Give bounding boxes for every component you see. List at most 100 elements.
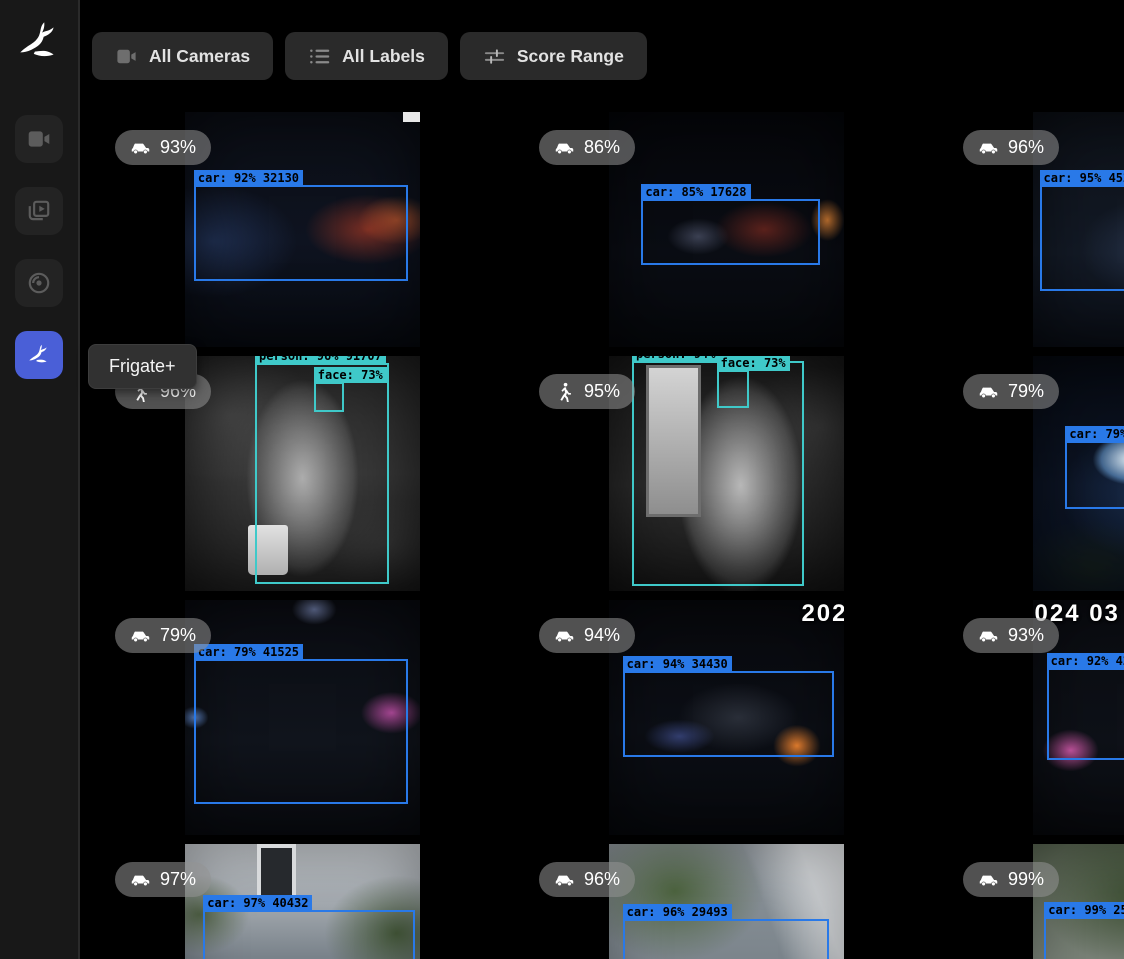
detection-bounding-box: car: 96% 29493	[623, 919, 830, 959]
app-root: All Cameras All Labels Score Range car: …	[0, 0, 1124, 959]
detection-thumbnail[interactable]: car: 95% 45260 96%	[938, 112, 1124, 347]
bounding-box-label: car: 95% 45260	[1040, 170, 1124, 186]
score-badge: 79%	[963, 374, 1059, 409]
person-icon	[554, 381, 575, 402]
camera-snapshot: car: 96% 29493	[609, 844, 844, 959]
all-cameras-button[interactable]: All Cameras	[92, 32, 273, 80]
detection-bounding-box: car: 95% 45260	[1040, 185, 1124, 291]
main-content: All Cameras All Labels Score Range car: …	[80, 0, 1124, 959]
bounding-box-label: person: 96% 91707	[255, 356, 386, 364]
camera-snapshot: person: 94% 85820face: 73%	[609, 356, 844, 591]
sidebar	[0, 0, 80, 959]
camera-snapshot: car: 94% 34430 202	[609, 600, 844, 835]
detection-thumbnail[interactable]: car: 92% 32130 93%	[90, 112, 514, 347]
detection-thumbnail[interactable]: car: 97% 40432 97%	[90, 844, 514, 959]
detection-bounding-box: car: 99% 25	[1044, 917, 1124, 959]
score-range-label: Score Range	[517, 46, 624, 67]
detection-bounding-box: car: 92% 32130	[194, 185, 408, 281]
score-badge-value: 79%	[1008, 381, 1044, 402]
camera-icon	[26, 126, 52, 152]
detection-thumbnail[interactable]: car: 79% 4152579%	[90, 600, 514, 835]
frigate-plus-tooltip: Frigate+	[88, 344, 197, 389]
all-labels-button[interactable]: All Labels	[285, 32, 448, 80]
detection-bounding-box: car: 97% 40432	[203, 910, 415, 959]
car-icon	[130, 625, 151, 646]
detection-bounding-box: face: 73%	[717, 370, 750, 408]
frigate-bird-icon	[26, 342, 52, 368]
camera-timestamp-overlay: 202	[801, 600, 843, 628]
detection-thumbnail[interactable]: car: 94% 34430 202 94%	[514, 600, 938, 835]
detection-thumbnail[interactable]: person: 96% 91707face: 73%96%	[90, 356, 514, 591]
detection-bounding-box: car: 94% 34430	[623, 671, 835, 758]
score-badge: 79%	[115, 618, 211, 653]
score-badge-value: 96%	[1008, 137, 1044, 158]
detection-thumbnail[interactable]: car: 85% 17628 86%	[514, 112, 938, 347]
camera-snapshot: car: 92% 32130	[185, 112, 420, 347]
score-badge: 86%	[539, 130, 635, 165]
bounding-box-label: car: 96% 29493	[623, 904, 732, 920]
car-icon	[554, 869, 575, 890]
detection-thumbnail[interactable]: car: 92% 42165024 03 093%	[938, 600, 1124, 835]
score-badge: 99%	[963, 862, 1059, 897]
car-icon	[554, 137, 575, 158]
car-icon	[978, 625, 999, 646]
camera-snapshot: car: 97% 40432	[185, 844, 420, 959]
bounding-box-label: car: 99% 25	[1044, 902, 1124, 918]
car-icon	[130, 869, 151, 890]
bounding-box-label: face: 73%	[717, 356, 790, 371]
detection-thumbnail[interactable]: car: 99% 2599%	[938, 844, 1124, 959]
camera-snapshot: car: 79% 41525	[185, 600, 420, 835]
score-badge-value: 97%	[160, 869, 196, 890]
score-badge: 95%	[539, 374, 635, 409]
camera-snapshot: car: 99% 25	[1033, 844, 1124, 959]
car-icon	[554, 625, 575, 646]
bounding-box-label: face: 73%	[314, 367, 387, 383]
detection-thumbnail[interactable]: car: 96% 2949396%	[514, 844, 938, 959]
bounding-box-label: car: 79% 41525	[194, 644, 303, 660]
car-icon	[130, 137, 151, 158]
detection-bounding-box: car: 79%	[1065, 441, 1124, 509]
car-icon	[978, 869, 999, 890]
bounding-box-label: car: 85% 17628	[641, 184, 750, 200]
detection-bounding-box: car: 79% 41525	[194, 659, 408, 805]
bounding-box-label: car: 94% 34430	[623, 656, 732, 672]
frigate-bird-icon	[14, 17, 64, 67]
detection-thumbnail[interactable]: person: 94% 85820face: 73%95%	[514, 356, 938, 591]
sidebar-nav	[15, 115, 63, 379]
detection-thumbnail[interactable]: car: 79% 79%	[938, 356, 1124, 591]
bounding-box-label: car: 92% 32130	[194, 170, 303, 186]
filter-toolbar: All Cameras All Labels Score Range	[92, 32, 1124, 80]
camera-icon	[115, 45, 138, 68]
detection-bounding-box: car: 92% 42165	[1047, 668, 1124, 760]
camera-snapshot: person: 96% 91707 face: 73%	[185, 356, 420, 591]
bounding-box-label: car: 97% 40432	[203, 895, 312, 911]
score-badge-value: 94%	[584, 625, 620, 646]
sidebar-item-export[interactable]	[15, 259, 63, 307]
disc-icon	[26, 270, 52, 296]
score-badge: 96%	[963, 130, 1059, 165]
bounding-box-label: car: 92% 42165	[1047, 653, 1124, 669]
score-badge-value: 93%	[160, 137, 196, 158]
car-icon	[978, 137, 999, 158]
score-badge-value: 79%	[160, 625, 196, 646]
score-badge: 93%	[963, 618, 1059, 653]
list-icon	[308, 45, 331, 68]
score-badge-value: 96%	[584, 869, 620, 890]
sidebar-item-live[interactable]	[15, 115, 63, 163]
score-range-button[interactable]: Score Range	[460, 32, 647, 80]
all-cameras-label: All Cameras	[149, 46, 250, 67]
detections-grid: car: 92% 32130 93% car: 85% 17628 86% car: 9…	[80, 112, 1124, 959]
score-badge-value: 95%	[584, 381, 620, 402]
score-badge-value: 99%	[1008, 869, 1044, 890]
car-icon	[978, 381, 999, 402]
bounding-box-label: car: 79%	[1065, 426, 1124, 442]
frigate-logo[interactable]	[13, 16, 65, 68]
score-badge: 97%	[115, 862, 211, 897]
score-badge-value: 93%	[1008, 625, 1044, 646]
sidebar-item-review[interactable]	[15, 187, 63, 235]
all-labels-label: All Labels	[342, 46, 425, 67]
sidebar-item-frigate-plus[interactable]	[15, 331, 63, 379]
detection-bounding-box: face: 73%	[314, 382, 345, 413]
review-icon	[26, 198, 52, 224]
score-badge: 94%	[539, 618, 635, 653]
